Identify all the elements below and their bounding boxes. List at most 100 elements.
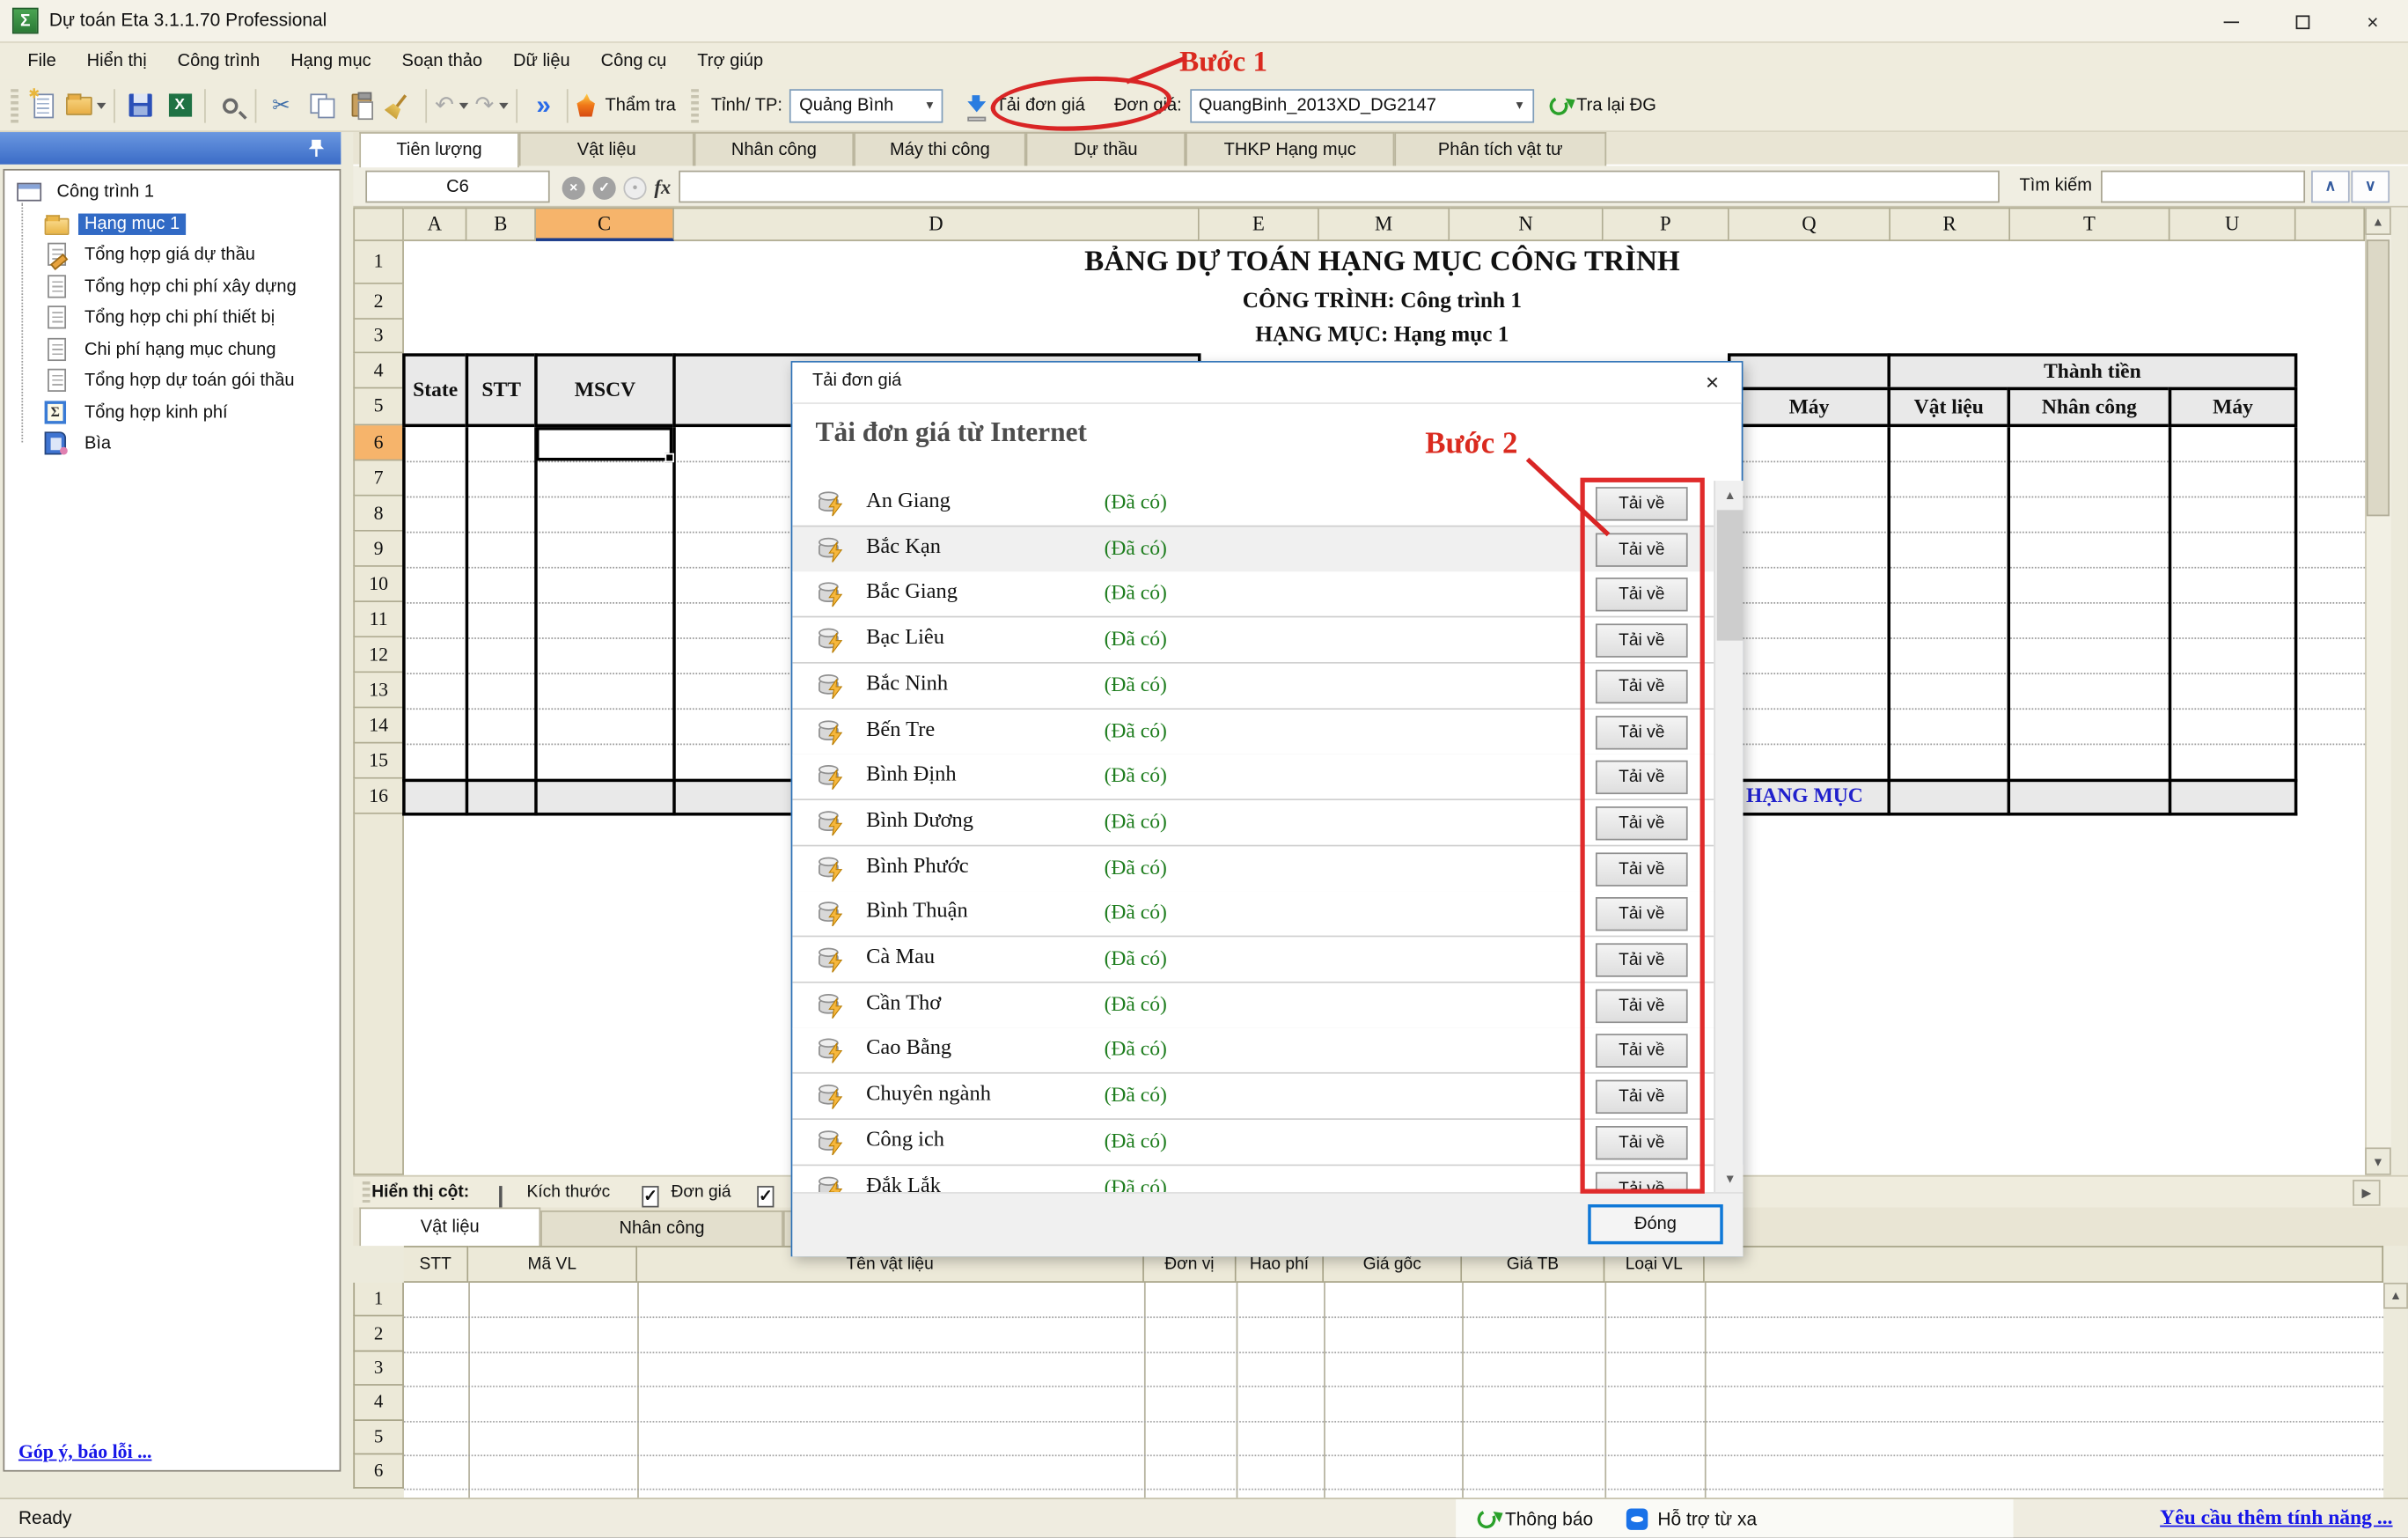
row-header-10[interactable]: 10: [353, 567, 404, 602]
open-button[interactable]: [63, 85, 109, 125]
column-header-B[interactable]: B: [466, 208, 536, 241]
dialog-scroll-up-icon[interactable]: ▲: [1717, 481, 1744, 508]
checkbox-don-gia[interactable]: ✓: [642, 1181, 659, 1209]
column-header-C[interactable]: C: [536, 208, 674, 241]
save-button[interactable]: [120, 85, 159, 125]
scroll-right-icon[interactable]: ▶: [2353, 1180, 2380, 1206]
tree-item-4[interactable]: Tổng hợp chi phí thiết bị: [45, 303, 282, 334]
menu-hiển-thị[interactable]: Hiển thị: [71, 48, 162, 75]
row-header-9[interactable]: 9: [353, 532, 404, 567]
don-gia-select[interactable]: QuangBinh_2013XD_DG2147▾: [1189, 88, 1533, 121]
tree-item-6[interactable]: Tổng hợp dự toán gói thầu: [45, 365, 301, 396]
close-button[interactable]: ×: [2338, 0, 2408, 43]
search-input[interactable]: [2101, 171, 2305, 203]
tham-tra-button[interactable]: Thẩm tra: [573, 85, 679, 125]
menu-công-trình[interactable]: Công trình: [162, 48, 275, 75]
options-icon[interactable]: •: [623, 176, 646, 199]
menu-soạn-thảo[interactable]: Soạn thảo: [386, 48, 497, 75]
scroll-down-icon[interactable]: ▼: [2365, 1147, 2391, 1174]
bottom-tab-vật-liệu[interactable]: Vật liệu: [359, 1207, 540, 1246]
cut-button[interactable]: ✂: [261, 85, 301, 125]
bottom-row-header-4[interactable]: 4: [353, 1386, 404, 1420]
dialog-scroll-down-icon[interactable]: ▼: [1717, 1165, 1744, 1192]
tab-vật-liệu[interactable]: Vật liệu: [519, 132, 694, 166]
tree-item-8[interactable]: Bìa: [45, 429, 117, 460]
formula-input[interactable]: [679, 171, 2000, 203]
row-header-13[interactable]: 13: [353, 673, 404, 708]
tree-item-2[interactable]: Tổng hợp giá dự thầu: [45, 239, 261, 270]
row-header-14[interactable]: 14: [353, 708, 404, 743]
new-button[interactable]: [23, 85, 62, 125]
row-header-15[interactable]: 15: [353, 744, 404, 779]
column-header-R[interactable]: R: [1890, 208, 2010, 241]
column-header-N[interactable]: N: [1450, 208, 1603, 241]
tab-tiên-lượng[interactable]: Tiên lượng: [359, 132, 518, 167]
bottom-row-header-1[interactable]: 1: [353, 1283, 404, 1317]
checkbox-third[interactable]: ✓: [757, 1181, 775, 1209]
redo-button[interactable]: ↷: [472, 85, 511, 125]
bottom-row-header-6[interactable]: 6: [353, 1454, 404, 1489]
run-button[interactable]: »: [522, 85, 562, 125]
tab-dự-thầu[interactable]: Dự thầu: [1026, 132, 1186, 166]
undo-button[interactable]: ↶: [431, 85, 471, 125]
row-header-6[interactable]: 6: [353, 425, 404, 460]
print-preview-button[interactable]: [210, 85, 250, 125]
search-down-button[interactable]: ∨: [2351, 171, 2390, 203]
resource-table[interactable]: [404, 1283, 2383, 1498]
row-header-8[interactable]: 8: [353, 497, 404, 532]
bottom-scroll-up-icon[interactable]: ▲: [2383, 1283, 2408, 1309]
row-header-12[interactable]: 12: [353, 637, 404, 673]
tinh-tp-select[interactable]: Quảng Bình▾: [790, 88, 943, 121]
column-header-D[interactable]: D: [674, 208, 1200, 241]
menu-trợ-giúp[interactable]: Trợ giúp: [682, 48, 779, 75]
tree-root[interactable]: Công trình 1: [17, 177, 160, 208]
row-header-4[interactable]: 4: [353, 353, 404, 388]
checkbox-kich-thuoc[interactable]: [499, 1181, 502, 1209]
tab-thkp-hạng-mục[interactable]: THKP Hạng mục: [1186, 132, 1394, 166]
row-header-5[interactable]: 5: [353, 388, 404, 425]
grid-corner[interactable]: [353, 208, 404, 241]
excel-export-button[interactable]: X: [159, 85, 199, 125]
dialog-scrollbar[interactable]: ▲ ▼: [1714, 481, 1743, 1192]
search-up-button[interactable]: ∧: [2311, 171, 2350, 203]
row-header-7[interactable]: 7: [353, 460, 404, 496]
menu-hạng-mục[interactable]: Hạng mục: [275, 48, 386, 75]
fx-icon[interactable]: fx: [654, 175, 671, 200]
pin-icon[interactable]: [307, 138, 326, 166]
tab-nhân-công[interactable]: Nhân công: [694, 132, 854, 166]
bottom-row-header-5[interactable]: 5: [353, 1420, 404, 1454]
bottom-row-header-2[interactable]: 2: [353, 1317, 404, 1351]
row-header-1[interactable]: 1: [353, 241, 404, 284]
dialog-close-icon[interactable]: ×: [1689, 363, 1735, 404]
tab-phân-tích-vật-tư[interactable]: Phân tích vật tư: [1394, 132, 1606, 166]
tab-máy-thi-công[interactable]: Máy thi công: [854, 132, 1025, 166]
ho-tro-button[interactable]: Hỗ trợ từ xa: [1657, 1508, 1757, 1529]
copy-button[interactable]: [301, 85, 341, 125]
thong-bao-button[interactable]: Thông báo: [1505, 1508, 1593, 1529]
bottom-tab-nhân-công[interactable]: Nhân công: [540, 1211, 783, 1246]
scrollbar-thumb[interactable]: [2367, 239, 2390, 516]
scroll-up-icon[interactable]: ▲: [2365, 208, 2391, 235]
selected-cell[interactable]: [536, 427, 672, 460]
tree-item-3[interactable]: Tổng hợp chi phí xây dựng: [45, 271, 303, 302]
menu-file[interactable]: File: [12, 48, 71, 75]
paste-button[interactable]: [341, 85, 380, 125]
confirm-icon[interactable]: ✓: [593, 176, 616, 199]
bottom-row-header-3[interactable]: 3: [353, 1351, 404, 1386]
column-header-A[interactable]: A: [404, 208, 467, 241]
minimize-button[interactable]: [2196, 0, 2266, 43]
column-header-M[interactable]: M: [1319, 208, 1450, 241]
dong-button[interactable]: Đóng: [1588, 1204, 1723, 1244]
cancel-icon[interactable]: ×: [562, 176, 585, 199]
column-header-T[interactable]: T: [2010, 208, 2169, 241]
column-header-E[interactable]: E: [1200, 208, 1319, 241]
clean-button[interactable]: [381, 85, 421, 125]
column-header-P[interactable]: P: [1604, 208, 1729, 241]
menu-dữ-liệu[interactable]: Dữ liệu: [498, 48, 586, 75]
tree-item-1[interactable]: Hạng mục 1: [45, 208, 187, 239]
feedback-link[interactable]: Góp ý, báo lỗi ...: [18, 1441, 152, 1464]
dialog-scroll-thumb[interactable]: [1717, 510, 1744, 640]
maximize-button[interactable]: [2266, 0, 2337, 43]
feature-request-link[interactable]: Yêu cầu thêm tính năng ...: [2160, 1505, 2392, 1530]
row-header-11[interactable]: 11: [353, 602, 404, 637]
